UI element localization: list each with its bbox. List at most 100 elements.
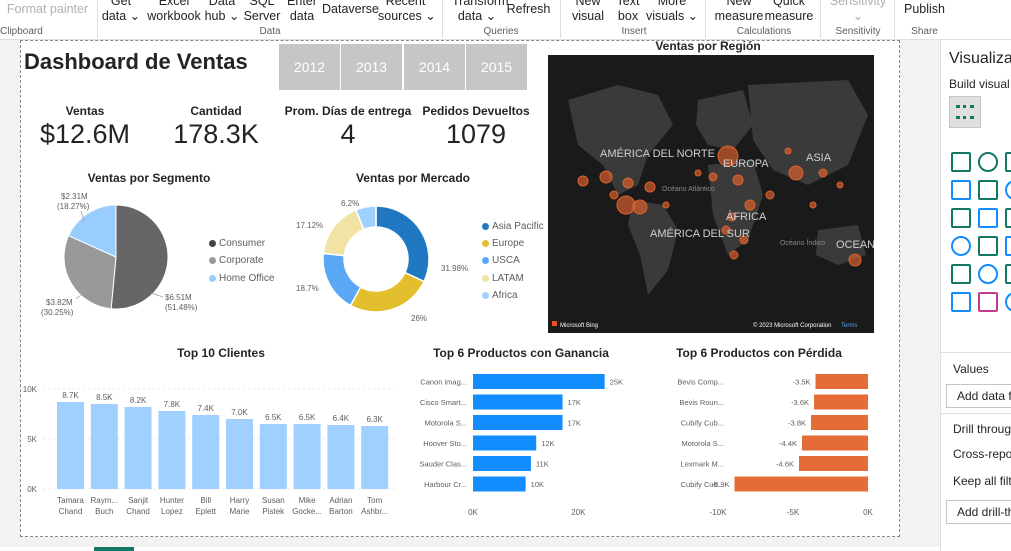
globe-map-icon[interactable] [951, 236, 971, 256]
page-tab-active[interactable] [94, 547, 134, 551]
stacked-bar-icon[interactable] [951, 152, 971, 172]
matrix-icon[interactable] [1005, 264, 1011, 284]
map-bubble[interactable] [609, 190, 619, 200]
loss-bar[interactable] [814, 394, 868, 410]
donut-slice-asia-pacific[interactable] [375, 205, 430, 283]
client-bar[interactable] [57, 402, 84, 489]
map-bubble[interactable] [616, 195, 636, 215]
client-bar[interactable] [158, 411, 186, 489]
ribbon-button-3[interactable]: Data hub ⌄ [204, 0, 240, 24]
map-bubble[interactable] [744, 199, 756, 211]
top-clients-chart[interactable]: 0K 5K 10K 8.7K Tamara Chand 8.5K Raym... Buch 8.2… [21, 361, 406, 521]
market-donut-chart[interactable]: 31.98% 26% 18.7% 17.12% 6.2% [286, 181, 486, 331]
build-visual-icon[interactable] [949, 96, 981, 128]
client-bar[interactable] [293, 424, 321, 489]
map-bubble[interactable] [622, 177, 634, 189]
ribbon-button-7[interactable]: Recent sources ⌄ [378, 0, 436, 24]
pie-slice-consumer[interactable] [110, 204, 169, 310]
donut-slice-europe[interactable] [349, 271, 425, 313]
pie-legend-consumer[interactable]: Consumer [209, 238, 265, 249]
loss-bar[interactable] [815, 374, 869, 389]
keep-filters-toggle[interactable]: Keep all filt [953, 474, 1011, 488]
top-loss-chart[interactable]: Bevis Comp... -3.5K Bevis Roun... -3.6K Cubi… [646, 366, 886, 518]
ribbon-button-8[interactable]: Transform data ⌄ [452, 0, 509, 24]
decomposition-tree-icon[interactable] [951, 292, 971, 312]
client-bar[interactable] [226, 419, 253, 489]
year-slicer-2012[interactable]: 2012 [279, 44, 340, 90]
ribbon-button-9[interactable]: Refresh [506, 2, 551, 17]
column-chart-icon[interactable] [978, 152, 998, 172]
table-icon[interactable] [978, 264, 998, 284]
ribbon-button-2[interactable]: Excel workbook [144, 0, 204, 24]
map-bubble[interactable] [818, 168, 828, 178]
funnel-icon[interactable] [978, 208, 998, 228]
ribbon-button-11[interactable]: Text box [613, 0, 643, 24]
pie-legend-corporate[interactable]: Corporate [209, 255, 263, 266]
donut-legend-europe[interactable]: Europe [482, 238, 524, 249]
ribbon-button-5[interactable]: Enter data [285, 0, 319, 24]
donut-legend-africa[interactable]: Africa [482, 290, 518, 301]
map-bubble[interactable] [765, 190, 775, 200]
area-chart-icon[interactable] [978, 180, 998, 200]
map-bubble[interactable] [577, 175, 589, 187]
waterfall-icon[interactable] [951, 208, 971, 228]
pie-legend-homeoffice[interactable]: Home Office [209, 273, 274, 284]
profit-bar[interactable] [473, 394, 563, 410]
ribbon-button-6[interactable]: Dataverse [322, 2, 379, 17]
map-bubble[interactable] [708, 172, 718, 182]
client-bar[interactable] [124, 407, 152, 489]
ribbon-button-1[interactable]: Get data ⌄ [100, 0, 142, 24]
map-bubble[interactable] [694, 169, 702, 177]
cross-report-toggle[interactable]: Cross-repo [953, 447, 1011, 461]
client-bar[interactable] [327, 425, 355, 489]
donut-legend-usca[interactable]: USCA [482, 255, 520, 266]
ribbon-button-16[interactable]: Publish [902, 2, 947, 17]
profit-bar[interactable] [473, 435, 537, 451]
donut-slice-usca[interactable] [322, 252, 362, 307]
map-bubble[interactable] [788, 165, 804, 181]
ribbon-button-13[interactable]: New measure [714, 0, 764, 24]
map-bubble[interactable] [729, 250, 739, 260]
add-data-field[interactable]: Add data f [946, 384, 1011, 408]
map-bubble[interactable] [836, 181, 844, 189]
profit-bar[interactable] [473, 415, 563, 430]
map-bubble[interactable] [644, 181, 656, 193]
ribbon-button-14[interactable]: Quick measure [764, 0, 814, 24]
ribbon-button-15[interactable]: Sensitivity ⌄ [828, 0, 888, 24]
map-bubble[interactable] [784, 147, 792, 155]
donut-slice-latam[interactable] [322, 208, 365, 257]
map-terms-link[interactable]: Terms [841, 323, 857, 329]
line-chart-icon[interactable] [951, 180, 971, 200]
map-bubble[interactable] [599, 170, 613, 184]
map-bubble[interactable] [662, 201, 670, 209]
year-slicer-2013[interactable]: 2013 [341, 44, 402, 90]
map-bubble[interactable] [732, 174, 744, 186]
ribbon-button-12[interactable]: More visuals ⌄ [646, 0, 698, 24]
profit-bar[interactable] [473, 476, 526, 492]
filled-map-icon[interactable] [978, 236, 998, 256]
map-bubble[interactable] [632, 199, 648, 215]
power-apps-icon[interactable] [1005, 292, 1011, 312]
map-bubble[interactable] [848, 253, 862, 267]
map-bubble[interactable] [809, 201, 817, 209]
profit-bar[interactable] [473, 374, 605, 389]
loss-bar[interactable] [734, 476, 869, 492]
clustered-bar-icon[interactable] [1005, 152, 1011, 172]
client-bar[interactable] [361, 426, 389, 489]
loss-bar[interactable] [802, 435, 868, 451]
profit-bar[interactable] [473, 456, 531, 471]
client-bar[interactable] [192, 415, 220, 489]
donut-legend-latam[interactable]: LATAM [482, 273, 524, 284]
donut-legend-asia[interactable]: Asia Pacific [482, 221, 544, 232]
add-drill-field[interactable]: Add drill-th [946, 500, 1011, 524]
year-slicer-2015[interactable]: 2015 [466, 44, 527, 90]
region-map[interactable]: AMÉRICA DEL NORTE EUROPA ASIA ÁFRICA AMÉ… [548, 55, 874, 333]
loss-bar[interactable] [811, 415, 868, 430]
top-profit-chart[interactable]: Canon imag... 25K Cisco Smart... 17K Motorol… [411, 366, 641, 518]
scatter-icon[interactable] [1005, 208, 1011, 228]
year-slicer-2014[interactable]: 2014 [404, 44, 465, 90]
ribbon-button-4[interactable]: SQL Server [243, 0, 281, 24]
card-icon[interactable] [951, 264, 971, 284]
gauge-icon[interactable] [1005, 236, 1011, 256]
ribbon-chart-icon[interactable] [1005, 180, 1011, 200]
